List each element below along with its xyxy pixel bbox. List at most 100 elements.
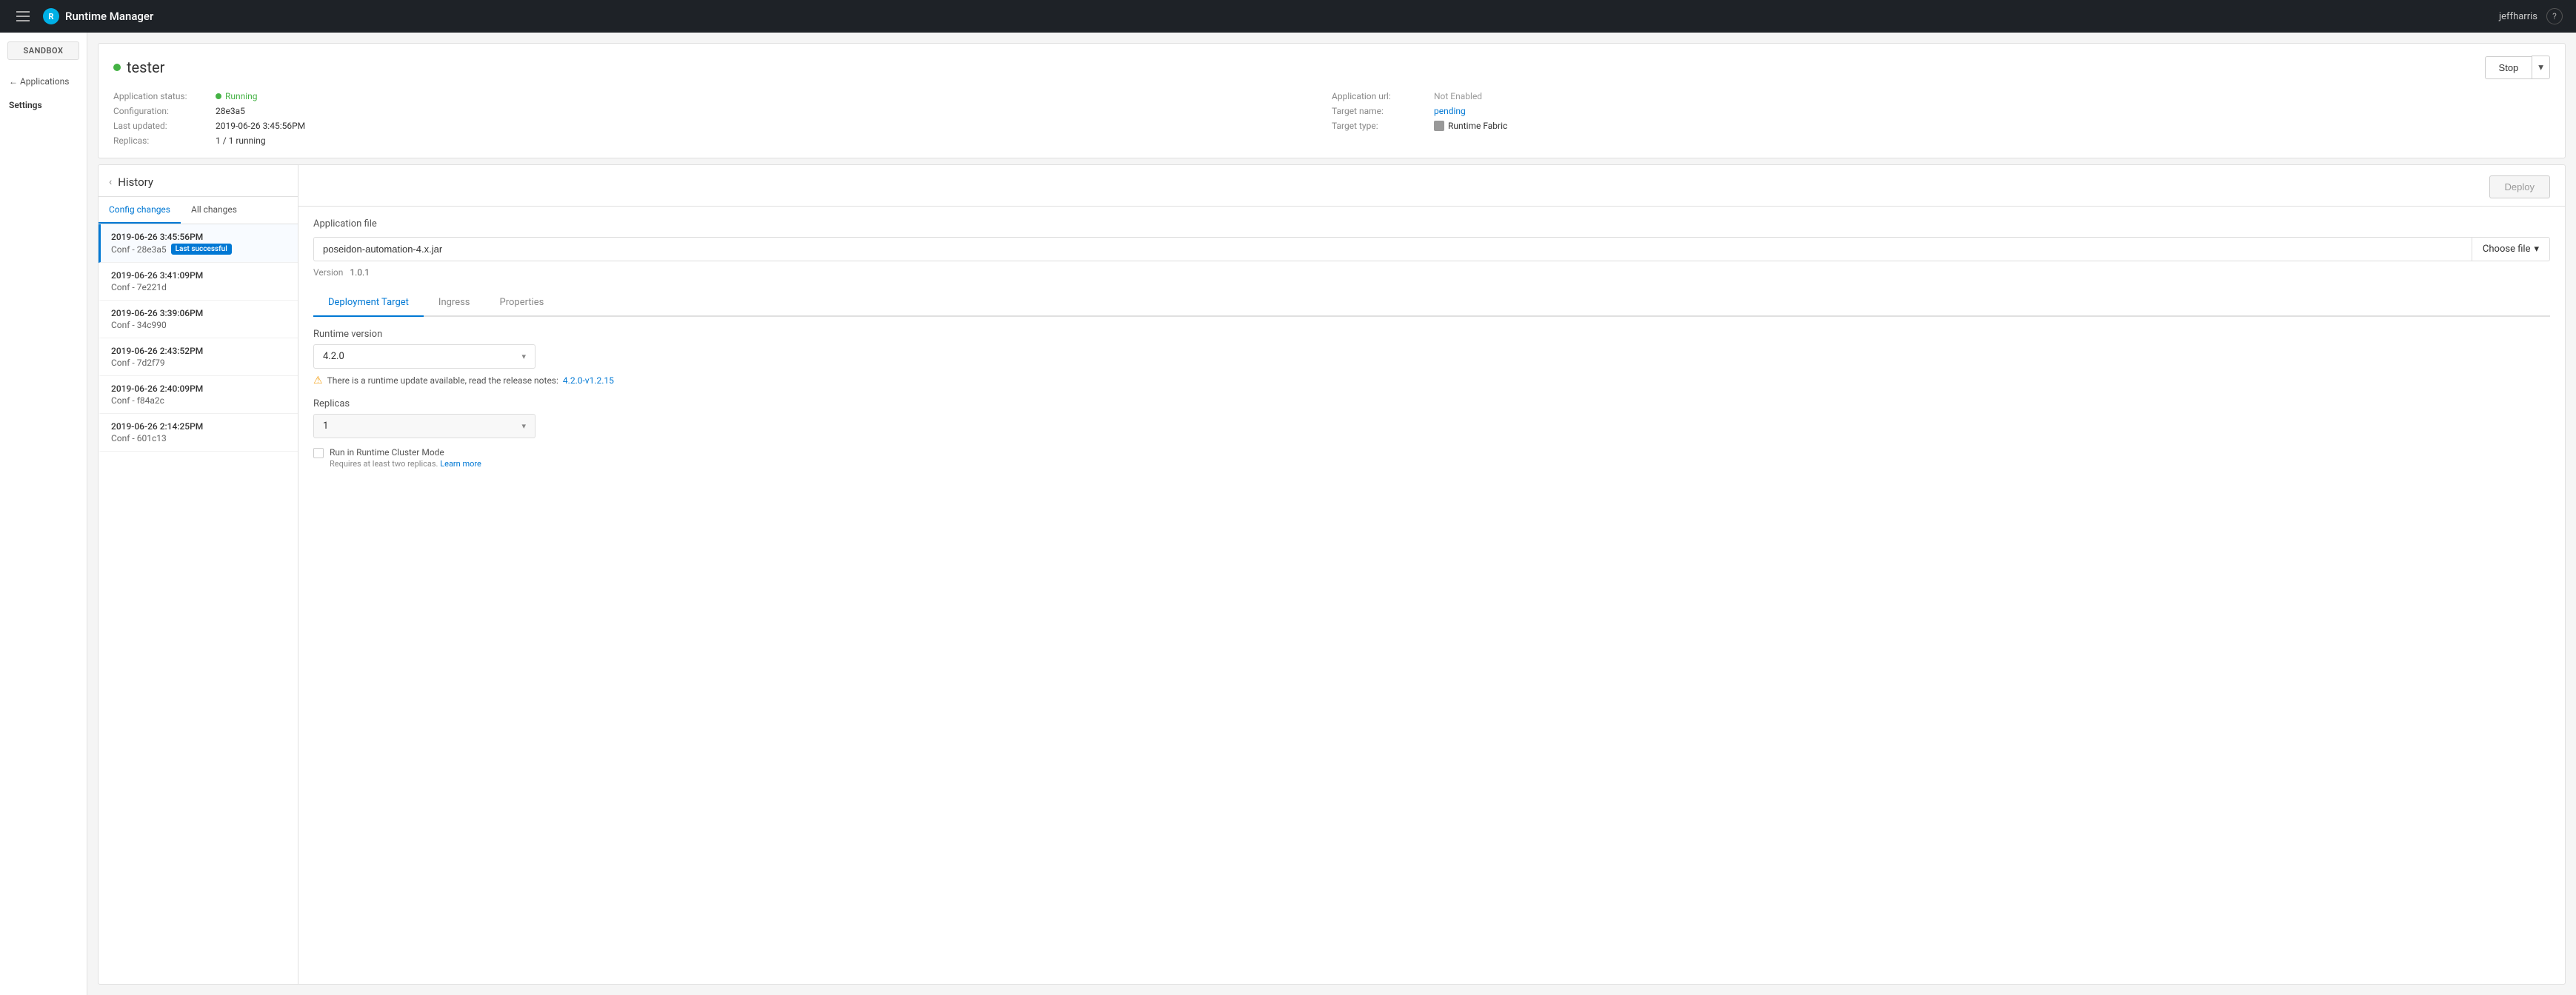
history-item[interactable]: 2019-06-26 3:39:06PM Conf - 34c990 (99, 301, 298, 338)
learn-more-link[interactable]: Learn more (440, 459, 481, 469)
select-caret-icon: ▾ (521, 352, 526, 361)
tab-properties[interactable]: Properties (485, 289, 559, 317)
replicas-select[interactable]: 1 ▾ (313, 414, 535, 438)
sidebar: SANDBOX ← Applications Settings (0, 33, 87, 995)
stop-caret-button[interactable]: ▾ (2532, 56, 2550, 79)
stop-button[interactable]: Stop (2485, 56, 2532, 79)
value-target-name[interactable]: pending (1434, 106, 1466, 116)
app-info-left: Application status: Running Configuratio… (113, 91, 1332, 146)
update-notice: ⚠ There is a runtime update available, r… (313, 375, 2550, 386)
choose-file-caret-icon: ▾ (2534, 244, 2539, 255)
label-url: Application url: (1332, 91, 1428, 101)
history-item-date: 2019-06-26 3:45:56PM (111, 232, 287, 242)
history-item-conf: Conf - f84a2c (111, 395, 287, 406)
info-row-config: Configuration: 28e3a5 (113, 106, 1332, 116)
tab-ingress[interactable]: Ingress (424, 289, 485, 317)
file-name-input[interactable] (313, 237, 2472, 261)
main-layout: SANDBOX ← Applications Settings tester S… (0, 33, 2576, 995)
history-item-date: 2019-06-26 3:39:06PM (111, 308, 287, 318)
file-picker-row: Choose file ▾ (313, 237, 2550, 261)
sidebar-nav: ← Applications Settings (0, 66, 87, 122)
app-header-card: tester Stop ▾ Application status: Runnin… (98, 43, 2566, 158)
stop-btn-group: Stop ▾ (2485, 56, 2550, 79)
history-tabs: Config changes All changes (99, 197, 298, 224)
history-item-date: 2019-06-26 2:14:25PM (111, 421, 287, 432)
version-label: Version (313, 267, 343, 278)
history-item[interactable]: 2019-06-26 2:43:52PM Conf - 7d2f79 (99, 338, 298, 376)
cluster-mode-text: Run in Runtime Cluster Mode Requires at … (330, 447, 481, 469)
info-row-target-type: Target type: Runtime Fabric (1332, 121, 2550, 131)
runtime-version-select[interactable]: 4.2.0 ▾ (313, 344, 535, 369)
history-item[interactable]: 2019-06-26 3:41:09PM Conf - 7e221d (99, 263, 298, 301)
sidebar-item-settings[interactable]: Settings (0, 93, 87, 118)
label-target-type: Target type: (1332, 121, 1428, 131)
runtime-version-label: Runtime version (313, 329, 2550, 340)
history-back-button[interactable]: ‹ (109, 176, 112, 188)
info-row-target-name: Target name: pending (1332, 106, 2550, 116)
env-badge: SANDBOX (7, 41, 79, 60)
history-item-date: 2019-06-26 3:41:09PM (111, 270, 287, 281)
history-item-conf: Conf - 7e221d (111, 282, 287, 292)
choose-file-button[interactable]: Choose file ▾ (2472, 237, 2550, 261)
tab-deployment-target[interactable]: Deployment Target (313, 289, 424, 317)
tab-all-changes[interactable]: All changes (181, 197, 247, 224)
label-updated: Last updated: (113, 121, 210, 131)
info-row-updated: Last updated: 2019-06-26 3:45:56PM (113, 121, 1332, 131)
app-status-dot (113, 64, 121, 71)
nav-right: jeffharris ? (2499, 8, 2563, 24)
replicas-section: Replicas 1 ▾ (313, 398, 2550, 438)
deploy-header: Deploy (298, 165, 2565, 207)
replicas-label: Replicas (313, 398, 2550, 409)
history-item[interactable]: 2019-06-26 2:40:09PM Conf - f84a2c (99, 376, 298, 414)
history-item-conf: Conf - 28e3a5 Last successful (111, 244, 287, 255)
brand-logo: R (43, 8, 59, 24)
label-replicas: Replicas: (113, 135, 210, 146)
history-list: 2019-06-26 3:45:56PM Conf - 28e3a5 Last … (99, 224, 298, 984)
content-area: tester Stop ▾ Application status: Runnin… (87, 33, 2576, 995)
hamburger-menu[interactable] (13, 8, 33, 24)
version-row: Version 1.0.1 (313, 267, 2550, 278)
history-title: History (118, 175, 153, 189)
history-item-conf: Conf - 601c13 (111, 433, 287, 443)
deploy-panel: Deploy Application file Choose file ▾ Ve… (298, 165, 2565, 984)
brand-name: Runtime Manager (65, 10, 153, 23)
cluster-mode-sublabel: Requires at least two replicas. Learn mo… (330, 459, 481, 469)
brand: R Runtime Manager (43, 8, 153, 24)
update-link[interactable]: 4.2.0-v1.2.15 (563, 375, 614, 386)
deploy-button[interactable]: Deploy (2489, 175, 2550, 198)
value-config: 28e3a5 (216, 106, 245, 116)
history-item-date: 2019-06-26 2:43:52PM (111, 346, 287, 356)
value-updated: 2019-06-26 3:45:56PM (216, 121, 305, 131)
value-target-type: Runtime Fabric (1434, 121, 1507, 131)
cluster-mode-label: Run in Runtime Cluster Mode (330, 447, 481, 458)
running-dot (216, 93, 221, 99)
history-item[interactable]: 2019-06-26 3:45:56PM Conf - 28e3a5 Last … (99, 224, 298, 263)
history-item[interactable]: 2019-06-26 2:14:25PM Conf - 601c13 (99, 414, 298, 452)
value-replicas: 1 / 1 running (216, 135, 266, 146)
help-button[interactable]: ? (2546, 8, 2563, 24)
cluster-mode-checkbox[interactable] (313, 448, 324, 458)
nav-left: R Runtime Manager (13, 8, 153, 24)
top-nav: R Runtime Manager jeffharris ? (0, 0, 2576, 33)
app-file-label: Application file (313, 218, 2550, 230)
version-value: 1.0.1 (350, 267, 370, 278)
notice-icon: ⚠ (313, 375, 323, 386)
label-status: Application status: (113, 91, 210, 101)
sidebar-item-applications[interactable]: ← Applications (0, 70, 87, 93)
sub-tabs: Deployment Target Ingress Properties (313, 289, 2550, 317)
label-target-name: Target name: (1332, 106, 1428, 116)
history-item-conf: Conf - 34c990 (111, 320, 287, 330)
bottom-section: ‹ History Config changes All changes 201… (98, 164, 2566, 985)
fabric-icon (1434, 121, 1444, 131)
history-item-conf: Conf - 7d2f79 (111, 358, 287, 368)
tab-config-changes[interactable]: Config changes (99, 197, 181, 224)
badge-success: Last successful (171, 244, 232, 255)
app-title-inner: tester (113, 58, 164, 76)
app-name: tester (127, 58, 164, 76)
cluster-mode-row: Run in Runtime Cluster Mode Requires at … (313, 447, 2550, 469)
history-panel: ‹ History Config changes All changes 201… (99, 165, 298, 984)
label-config: Configuration: (113, 106, 210, 116)
info-row-url: Application url: Not Enabled (1332, 91, 2550, 101)
value-url: Not Enabled (1434, 91, 1482, 101)
info-row-status: Application status: Running (113, 91, 1332, 101)
